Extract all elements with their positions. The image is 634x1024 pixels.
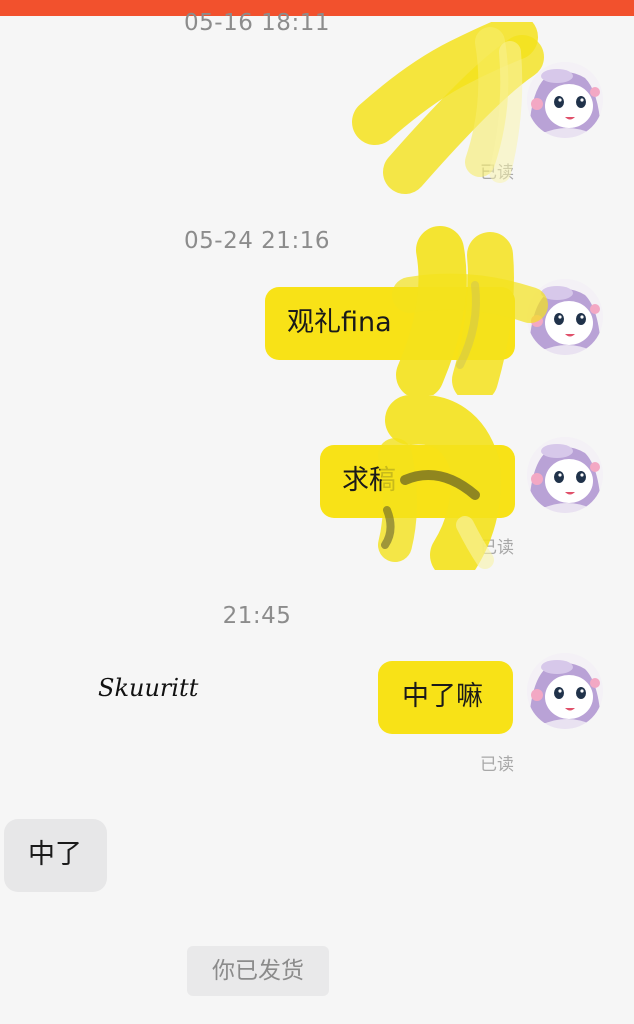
avatar[interactable] bbox=[527, 279, 603, 355]
avatar[interactable] bbox=[527, 653, 603, 729]
timestamp-3: 21:45 bbox=[222, 603, 292, 629]
anime-character-avatar-icon bbox=[527, 653, 603, 729]
system-notice-shipped: 你已发货 bbox=[187, 946, 329, 996]
yellow-scribble-overlay bbox=[352, 22, 544, 194]
handwritten-watermark: Skuuritt bbox=[98, 674, 199, 702]
svg-text:Skuuritt: Skuuritt bbox=[98, 674, 199, 702]
read-receipt: 已读 bbox=[480, 755, 514, 775]
read-receipt: 已读 bbox=[480, 163, 514, 183]
timestamp-2: 05-24 21:16 bbox=[184, 228, 330, 254]
anime-character-avatar-icon bbox=[527, 437, 603, 513]
avatar[interactable] bbox=[527, 62, 603, 138]
avatar[interactable] bbox=[527, 437, 603, 513]
timestamp-1: 05-16 18:11 bbox=[184, 10, 330, 36]
message-bubble-sent[interactable]: 观礼fina bbox=[265, 287, 515, 360]
message-bubble-sent[interactable]: 求稿 bbox=[320, 445, 515, 518]
anime-character-avatar-icon bbox=[527, 279, 603, 355]
read-receipt: 已读 bbox=[480, 538, 514, 558]
message-bubble-received[interactable]: 中了 bbox=[4, 819, 107, 892]
message-bubble-sent[interactable]: 中了嘛 bbox=[378, 661, 513, 734]
anime-character-avatar-icon bbox=[527, 62, 603, 138]
